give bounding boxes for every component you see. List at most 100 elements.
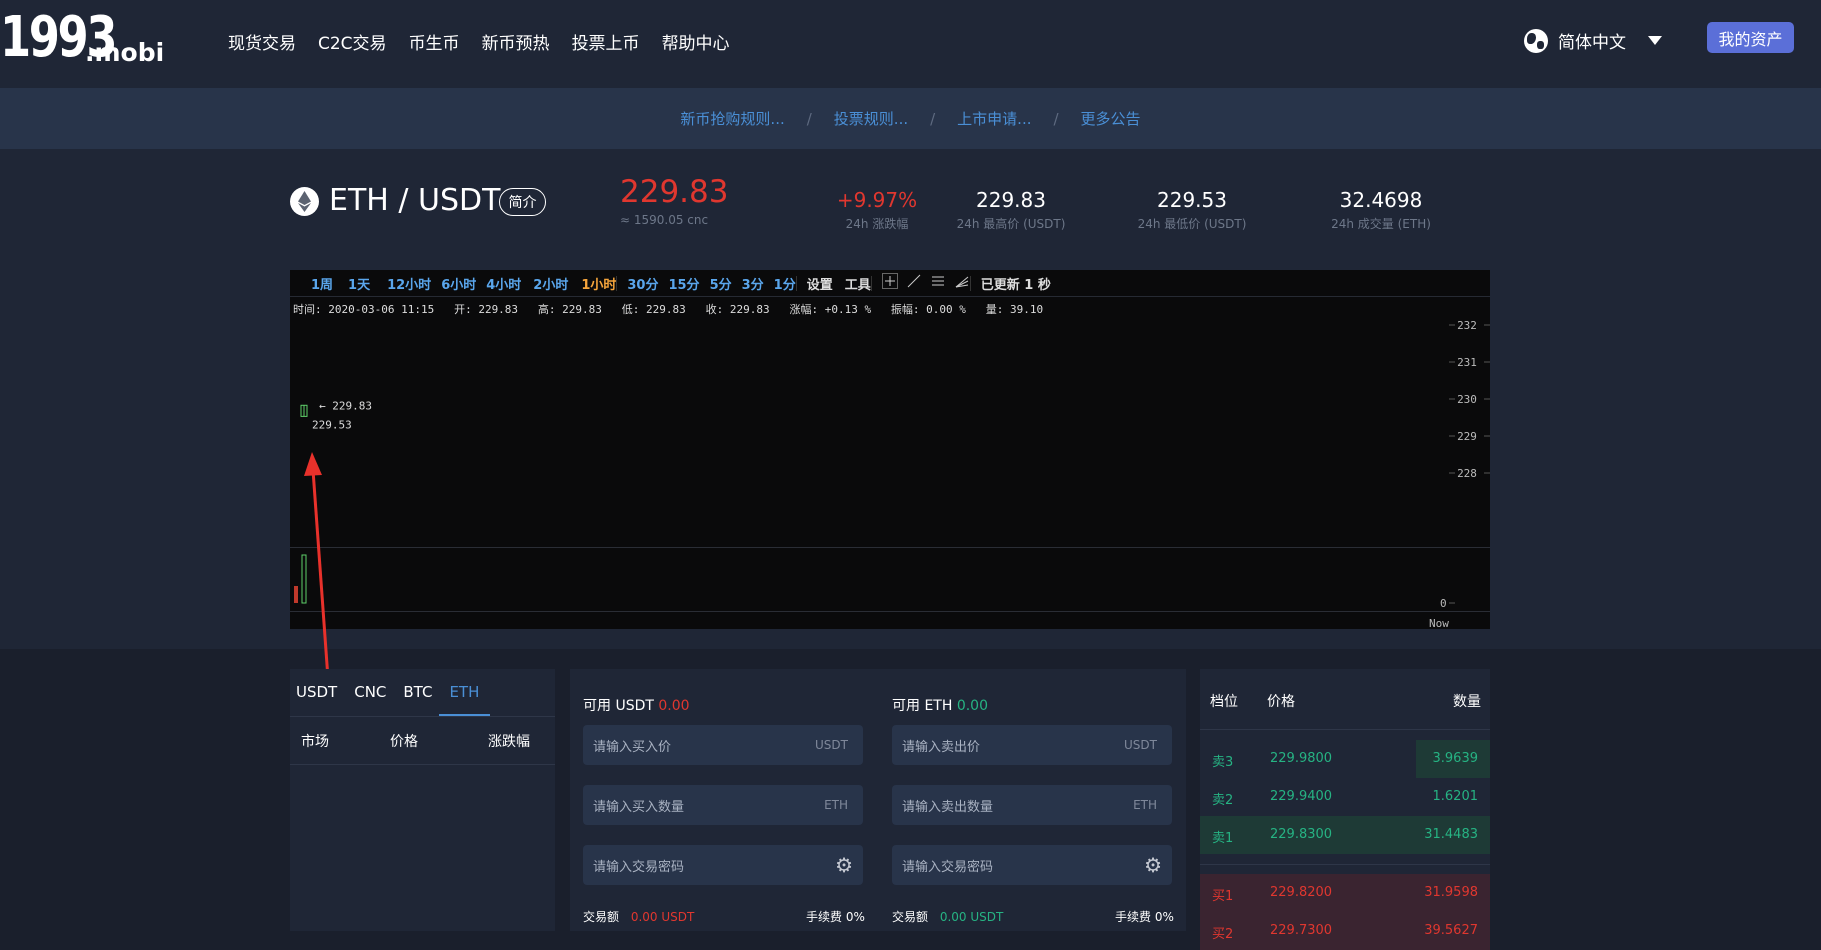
column-price[interactable]: 价格 [390, 731, 418, 751]
ask-level: 卖2 [1212, 793, 1234, 808]
high-label: 24h 最高价 (USDT) [956, 217, 1066, 231]
bid-row[interactable]: 买2 229.7300 39.5627 [1200, 912, 1490, 950]
kline-chart[interactable]: 1周 1天 12小时 6小时 4小时 2小时 1小时 30分 15分 5分 3分… [290, 270, 1490, 630]
gear-icon[interactable]: ⚙ [1144, 853, 1162, 877]
intro-button[interactable]: 简介 [499, 188, 546, 216]
last-price: 229.83 [620, 174, 729, 210]
notice-more-link[interactable]: 更多公告 [1081, 108, 1141, 129]
bid-level: 买2 [1212, 927, 1234, 942]
sell-amount-placeholder: 请输入卖出数量 [902, 799, 994, 815]
y-tick-label: 228 [1457, 467, 1477, 480]
sell-price-placeholder: 请输入卖出价 [902, 739, 981, 755]
stat-change: +9.97% 24h 涨跌幅 [832, 188, 922, 232]
notice-link[interactable]: 新币抢购规则... [680, 108, 784, 129]
column-market[interactable]: 市场 [301, 731, 329, 751]
ask-level: 卖1 [1212, 831, 1234, 846]
notice-separator: / [806, 109, 812, 128]
site-logo[interactable]: 1993 .mobi [0, 10, 164, 68]
sell-password-input[interactable]: 请输入交易密码 ⚙ [892, 845, 1172, 885]
sell-price-input[interactable]: 请输入卖出价 USDT [892, 725, 1172, 765]
nav-spot-trading[interactable]: 现货交易 [228, 29, 296, 54]
sell-amount-unit: ETH [1133, 798, 1157, 812]
volume-value: 32.4698 [1339, 188, 1423, 212]
divider [1200, 864, 1490, 865]
y-tick-label: 229 [1457, 430, 1477, 443]
buy-total-value: 0.00 USDT [630, 910, 695, 924]
nav-coin-earn[interactable]: 币生币 [409, 29, 460, 54]
tab-btc[interactable]: BTC [403, 683, 432, 701]
buy-price-input[interactable]: 请输入买入价 USDT [583, 725, 863, 765]
my-assets-button[interactable]: 我的资产 [1707, 22, 1794, 53]
ask-level: 卖3 [1212, 755, 1234, 770]
notice-link[interactable]: 上市申请... [957, 108, 1031, 129]
pair-title: ETH / USDT [329, 183, 501, 218]
ask-qty: 3.9639 [1432, 751, 1479, 766]
divider [1200, 729, 1490, 730]
buy-total-label: 交易额 [583, 910, 620, 924]
buy-amount-input[interactable]: 请输入买入数量 ETH [583, 785, 863, 825]
volume-label: 24h 成交量 (ETH) [1331, 217, 1431, 231]
sell-total: 交易额 0.00 USDT [892, 908, 1003, 925]
language-selector[interactable]: 简体中文 [1524, 28, 1662, 53]
ask-qty: 31.4483 [1424, 827, 1478, 842]
high-value: 229.83 [976, 188, 1046, 212]
ask-price: 229.8300 [1270, 827, 1333, 842]
main-nav: 现货交易 C2C交易 币生币 新币预热 投票上币 帮助中心 [228, 29, 730, 54]
stat-volume: 32.4698 24h 成交量 (ETH) [1318, 188, 1444, 232]
trade-panel: 可用 USDT 0.00 请输入买入价 USDT 请输入买入数量 ETH 请输入… [570, 669, 1186, 931]
time-axis-line [290, 611, 1490, 612]
divider [290, 716, 555, 717]
tab-usdt[interactable]: USDT [296, 683, 337, 701]
sell-total-value: 0.00 USDT [939, 910, 1004, 924]
sell-available: 可用 ETH 0.00 [892, 695, 988, 715]
column-price: 价格 [1267, 694, 1295, 710]
caret-down-icon [1648, 36, 1662, 45]
buy-price-unit: USDT [815, 738, 848, 752]
bid-row[interactable]: 买1 229.8200 31.9598 [1200, 874, 1490, 912]
y-tick-label: 231 [1457, 356, 1477, 369]
buy-password-placeholder: 请输入交易密码 [593, 859, 685, 875]
volume-bar [294, 586, 298, 603]
sell-price-unit: USDT [1124, 738, 1157, 752]
low-price-label: 229.53 [312, 418, 352, 431]
sell-available-value: 0.00 [956, 698, 988, 714]
ask-price: 229.9400 [1270, 789, 1333, 804]
sell-password-placeholder: 请输入交易密码 [902, 859, 994, 875]
column-change[interactable]: 涨跌幅 [488, 731, 530, 751]
ask-row[interactable]: 卖3 229.9800 3.9639 [1200, 740, 1490, 778]
buy-total: 交易额 0.00 USDT [583, 908, 694, 925]
bid-qty: 31.9598 [1424, 885, 1478, 900]
time-axis-label: Now [1429, 617, 1449, 630]
tab-cnc[interactable]: CNC [354, 683, 386, 701]
nav-new-coin[interactable]: 新币预热 [482, 29, 550, 54]
nav-c2c[interactable]: C2C交易 [318, 29, 387, 54]
low-value: 229.53 [1157, 188, 1227, 212]
price-cnc: ≈ 1590.05 cnc [620, 213, 709, 227]
nav-vote-listing[interactable]: 投票上币 [572, 29, 640, 54]
buy-available: 可用 USDT 0.00 [583, 695, 690, 715]
gear-icon[interactable]: ⚙ [835, 853, 853, 877]
ask-row[interactable]: 卖1 229.8300 31.4483 [1200, 816, 1490, 854]
buy-price-placeholder: 请输入买入价 [593, 739, 672, 755]
orderbook-panel: 档位 价格 数量 卖3 229.9800 3.9639 卖2 229.9400 … [1200, 669, 1490, 950]
volume-tick-label: 0 [1440, 597, 1447, 610]
volume-divider [290, 547, 1490, 548]
market-tabs: USDT CNC BTC ETH [296, 683, 479, 701]
notice-separator: / [930, 109, 936, 128]
logo-suffix: .mobi [85, 38, 165, 67]
ask-row[interactable]: 卖2 229.9400 1.6201 [1200, 778, 1490, 816]
globe-icon [1524, 28, 1548, 53]
markets-panel: USDT CNC BTC ETH 市场 价格 涨跌幅 [290, 669, 555, 931]
notice-link[interactable]: 投票规则... [834, 108, 908, 129]
y-tick-label: 232 [1457, 319, 1477, 332]
sell-total-label: 交易额 [892, 910, 929, 924]
price-plot: 232 231 230 229 228 0 ← 229.83 229.53 [294, 319, 1490, 610]
buy-amount-placeholder: 请输入买入数量 [593, 799, 685, 815]
buy-password-input[interactable]: 请输入交易密码 ⚙ [583, 845, 863, 885]
sell-amount-input[interactable]: 请输入卖出数量 ETH [892, 785, 1172, 825]
tab-eth[interactable]: ETH [449, 683, 479, 701]
sell-available-label: 可用 ETH [892, 698, 953, 714]
nav-help[interactable]: 帮助中心 [662, 29, 730, 54]
buy-available-value: 0.00 [658, 698, 690, 714]
notice-bar: 新币抢购规则... / 投票规则... / 上市申请... / 更多公告 [0, 88, 1821, 149]
